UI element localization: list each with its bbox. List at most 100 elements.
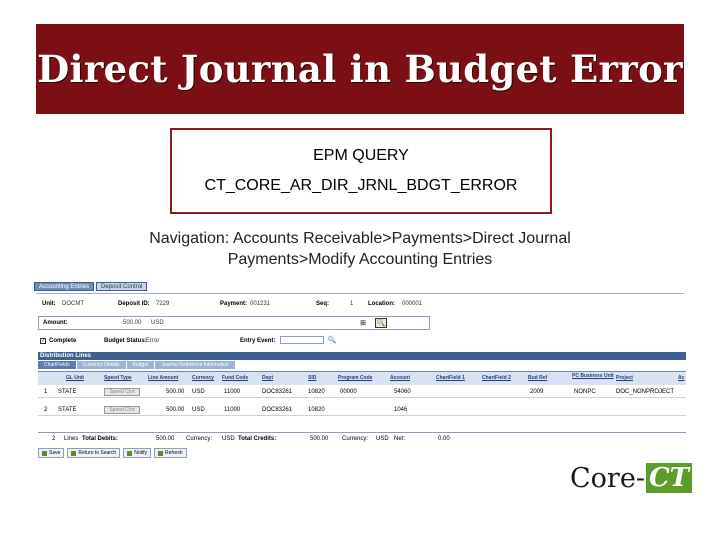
header-row: Unit: DOCMT Deposit ID: 7229 Payment: 00… bbox=[38, 301, 678, 311]
row-currency[interactable]: USD bbox=[192, 389, 205, 395]
col-speed-type[interactable]: Speed Type bbox=[104, 375, 132, 381]
subtab-chartfields[interactable]: ChartFields bbox=[38, 361, 76, 369]
col-sid[interactable]: SID bbox=[308, 375, 316, 381]
total-debits-label: Total Debits: bbox=[82, 436, 118, 442]
slide-title: Direct Journal in Budget Error bbox=[37, 47, 683, 91]
row-fund-code[interactable]: 11000 bbox=[224, 389, 240, 395]
save-button[interactable]: Save bbox=[38, 448, 65, 458]
payment-label: Payment: bbox=[220, 301, 248, 307]
row-gl-unit[interactable]: STATE bbox=[58, 407, 76, 413]
row-program-code[interactable]: 00000 bbox=[340, 389, 357, 395]
budget-status-value: Error bbox=[146, 338, 160, 344]
row-line-amount[interactable]: 500.00 bbox=[166, 389, 184, 395]
navigation-line-2: Payments>Modify Accounting Entries bbox=[227, 251, 493, 268]
row-account[interactable]: 1046 bbox=[394, 407, 407, 413]
row-bud-ref[interactable]: 2009 bbox=[530, 389, 543, 395]
complete-checkbox[interactable]: ✓ bbox=[40, 338, 46, 344]
row-number: 2 bbox=[44, 407, 48, 413]
navigation-line-1: Navigation: Accounts Receivable>Payments… bbox=[149, 230, 571, 247]
save-icon bbox=[42, 450, 47, 456]
currency-label: Currency: bbox=[186, 436, 213, 442]
refresh-label: Refresh bbox=[165, 449, 183, 456]
amount-value: 500.00 bbox=[123, 320, 142, 326]
row-gl-unit[interactable]: STATE bbox=[58, 389, 76, 395]
col-gl-unit[interactable]: GL Unit bbox=[66, 375, 84, 381]
row-line-amount[interactable]: 500.00 bbox=[166, 407, 184, 413]
budget-status-label: Budget Status: bbox=[104, 338, 147, 344]
peoplesoft-screenshot: Accounting Entries Deposit Control Unit:… bbox=[34, 282, 686, 460]
col-chartfield-1[interactable]: ChartField 1 bbox=[436, 375, 465, 381]
deposit-id-label: Deposit ID: bbox=[118, 301, 150, 307]
entry-event-input[interactable] bbox=[280, 336, 324, 344]
col-dept[interactable]: Dept bbox=[262, 375, 273, 381]
col-bud-ref[interactable]: Bud Ref bbox=[528, 375, 547, 381]
net-label: Net: bbox=[394, 436, 406, 442]
col-account[interactable]: Account bbox=[390, 375, 410, 381]
seq-label: Seq: bbox=[316, 301, 330, 307]
return-icon bbox=[71, 450, 77, 456]
lines-count: 2 bbox=[52, 436, 56, 442]
row-account[interactable]: 54060 bbox=[394, 389, 411, 395]
amount-box: Amount: 500.00 USD ⊞ 🔍 bbox=[38, 316, 430, 330]
tab-accounting-entries[interactable]: Accounting Entries bbox=[34, 282, 95, 291]
refresh-icon bbox=[158, 450, 163, 456]
row-currency[interactable]: USD bbox=[192, 407, 205, 413]
col-line-amount[interactable]: Line Amount bbox=[148, 375, 178, 381]
search-icon[interactable]: 🔍 bbox=[375, 318, 387, 328]
save-label: Save bbox=[49, 449, 61, 456]
action-toolbar: Save Return to Search Notify Refresh bbox=[38, 448, 187, 458]
return-to-search-button[interactable]: Return to Search bbox=[67, 448, 121, 458]
col-fund-code[interactable]: Fund Code bbox=[222, 375, 248, 381]
subtab-currency-details[interactable]: Currency Details bbox=[76, 361, 126, 369]
location-label: Location: bbox=[368, 301, 395, 307]
notify-button[interactable]: Notify bbox=[123, 448, 151, 458]
page-tabs: Accounting Entries Deposit Control bbox=[34, 282, 148, 291]
col-chartfield-2[interactable]: ChartField 2 bbox=[482, 375, 511, 381]
currency-value: USD bbox=[222, 436, 235, 442]
entry-event-lookup-icon[interactable]: 🔍 bbox=[326, 335, 338, 345]
logo-core-text: Core bbox=[570, 462, 636, 494]
location-value: 000001 bbox=[402, 301, 423, 307]
row-project[interactable]: DOC_NONPROJECT bbox=[616, 389, 674, 395]
row-dept[interactable]: DOC83261 bbox=[262, 407, 292, 413]
speed-chart-button[interactable]: Speed Chrt bbox=[104, 388, 140, 396]
navigation-text: Navigation: Accounts Receivable>Payments… bbox=[60, 228, 660, 270]
col-project[interactable]: Project bbox=[616, 375, 633, 381]
notify-label: Notify bbox=[134, 449, 147, 456]
unit-label: Unit: bbox=[42, 301, 56, 307]
table-row: 2 STATE Speed Chrt 500.00 USD 11000 DOC8… bbox=[38, 404, 686, 416]
query-box: EPM QUERY CT_CORE_AR_DIR_JRNL_BDGT_ERROR bbox=[170, 128, 552, 214]
return-label: Return to Search bbox=[78, 449, 117, 456]
total-debits-value: 500.00 bbox=[156, 436, 175, 442]
table-row: 1 STATE Speed Chrt 500.00 USD 11000 DOC8… bbox=[38, 386, 686, 398]
lines-label: Lines bbox=[64, 436, 79, 442]
currency-label-2: Currency: bbox=[342, 436, 369, 442]
row-pc-business-unit[interactable]: NONPC bbox=[574, 389, 596, 395]
row-sid[interactable]: 10820 bbox=[308, 407, 325, 413]
col-pc-business-unit[interactable]: PC Business Unit bbox=[572, 373, 614, 379]
col-ac[interactable]: Ac bbox=[678, 375, 684, 381]
col-currency[interactable]: Currency bbox=[192, 375, 214, 381]
subtab-journal-reference[interactable]: Journal Reference Information bbox=[155, 361, 235, 369]
grid-subtabs: ChartFields Currency Details Budget Jour… bbox=[38, 361, 235, 369]
query-label: EPM QUERY bbox=[313, 147, 409, 164]
total-credits-value: 500.00 bbox=[310, 436, 329, 442]
lookup-icon[interactable]: ⊞ bbox=[357, 318, 369, 328]
amount-currency: USD bbox=[151, 320, 164, 326]
logo-dash: - bbox=[635, 462, 645, 494]
refresh-button[interactable]: Refresh bbox=[154, 448, 187, 458]
row-sid[interactable]: 10820 bbox=[308, 389, 325, 395]
row-number: 1 bbox=[44, 389, 48, 395]
col-program-code[interactable]: Program Code bbox=[338, 375, 372, 381]
entry-event-label: Entry Event: bbox=[240, 338, 276, 344]
amount-label: Amount: bbox=[43, 320, 68, 326]
core-ct-logo: Core - CT bbox=[570, 458, 692, 498]
speed-chart-button[interactable]: Speed Chrt bbox=[104, 406, 140, 414]
row-dept[interactable]: DOC83261 bbox=[262, 389, 292, 395]
title-banner: Direct Journal in Budget Error bbox=[36, 24, 684, 114]
row-fund-code[interactable]: 11000 bbox=[224, 407, 240, 413]
tab-deposit-control[interactable]: Deposit Control bbox=[96, 282, 148, 291]
subtab-budget[interactable]: Budget bbox=[126, 361, 155, 369]
logo-ct-text: CT bbox=[645, 463, 692, 493]
query-name: CT_CORE_AR_DIR_JRNL_BDGT_ERROR bbox=[204, 177, 518, 194]
